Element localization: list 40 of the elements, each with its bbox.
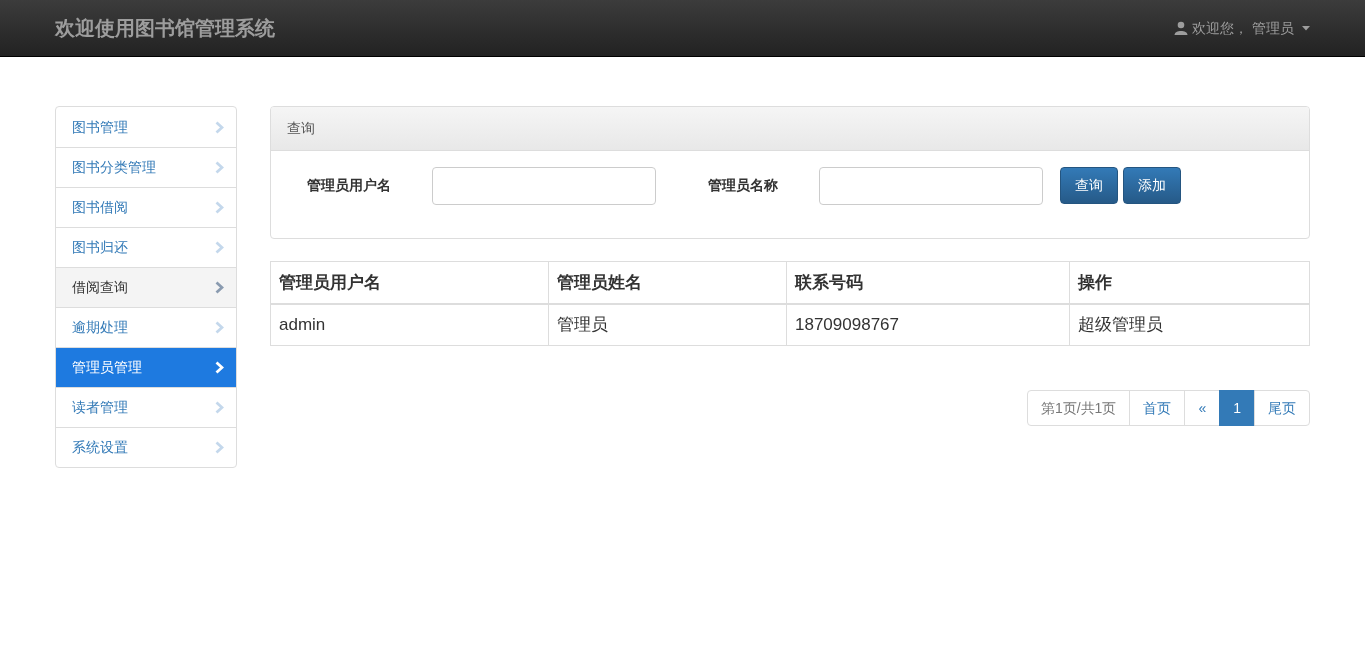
action-button[interactable]: 添加 [1123,167,1181,204]
sidebar-item[interactable]: 借阅查询 [56,267,236,307]
sidebar-item[interactable]: 系统设置 [56,427,236,467]
chevron-right-icon [215,441,224,454]
table-cell: 18709098767 [786,303,1070,346]
user-icon [1174,21,1189,35]
pagination-item[interactable]: 1 [1219,390,1255,426]
brand-title[interactable]: 欢迎使用图书馆管理系统 [55,13,275,43]
sidebar-item[interactable]: 读者管理 [56,387,236,427]
user-menu[interactable]: 欢迎您， 管理员 [1174,17,1310,39]
table-cell: 管理员 [548,303,787,346]
chevron-right-icon [215,161,224,174]
pagination-item[interactable]: « [1184,390,1221,426]
column-header: 管理员姓名 [548,261,787,304]
field-label: 管理员名称 [708,176,779,195]
chevron-right-icon [215,281,224,294]
field-label: 管理员用户名 [307,176,392,195]
chevron-right-icon [215,120,224,134]
table-cell: 超级管理员 [1069,303,1310,346]
page-count-text: 第1页/共1页 [1026,390,1131,426]
sidebar-item[interactable]: 图书借阅 [56,187,236,227]
column-header: 操作 [1069,261,1310,304]
action-button[interactable]: 查询 [1060,167,1118,204]
sidebar-item[interactable]: 管理员管理 [56,347,236,387]
input-field[interactable] [819,166,1043,205]
caret-icon [1302,25,1310,31]
chevron-right-icon [215,361,224,374]
chevron-right-icon [215,401,224,414]
sidebar-item[interactable]: 图书分类管理 [56,147,236,187]
column-header: 联系号码 [786,261,1070,304]
column-header: 管理员用户名 [270,261,549,304]
input-field[interactable] [432,166,656,205]
pagination-item[interactable]: 尾页 [1254,390,1310,426]
table-cell: admin [270,303,549,346]
sidebar-item[interactable]: 图书管理 [56,107,236,147]
chevron-right-icon [215,201,224,214]
chevron-right-icon [215,241,224,254]
chevron-right-icon [215,321,224,334]
pagination-item[interactable]: 首页 [1129,390,1186,426]
panel-heading: 查询 [271,107,1309,151]
